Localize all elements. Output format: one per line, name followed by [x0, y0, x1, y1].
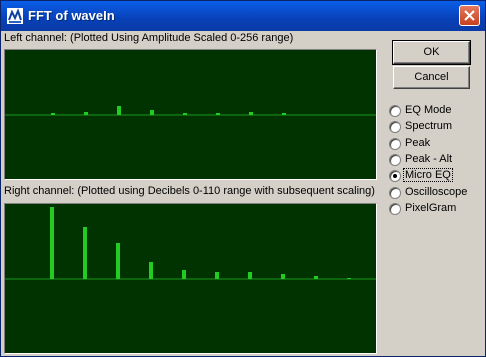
- right-channel-label: Right channel: (Plotted using Decibels 0…: [4, 185, 375, 197]
- spectrum-bar: [50, 207, 54, 279]
- spectrum-bar: [149, 262, 153, 279]
- close-button[interactable]: [459, 5, 480, 26]
- window-title: FFT of waveIn: [28, 8, 115, 23]
- left-channel-label: Left channel: (Plotted Using Amplitude S…: [4, 32, 294, 44]
- cancel-button[interactable]: Cancel: [393, 66, 470, 89]
- spectrum-bar: [116, 243, 120, 279]
- radio-label: PixelGram: [405, 201, 457, 214]
- spectrum-bar: [216, 113, 220, 115]
- spectrum-bar: [282, 113, 286, 115]
- right-channel-plot: [4, 203, 377, 354]
- spectrum-bar: [117, 106, 121, 115]
- radio-button[interactable]: [389, 153, 401, 166]
- spectrum-bar: [215, 272, 219, 279]
- spectrum-bar: [281, 274, 285, 279]
- radio-button[interactable]: [389, 121, 401, 134]
- title-bar[interactable]: FFT of waveIn: [1, 1, 485, 31]
- left-channel-plot: [4, 49, 377, 180]
- right-channel-chart: [5, 207, 376, 280]
- radio-label: Spectrum: [405, 120, 453, 133]
- radio-label: Peak - Alt: [405, 152, 453, 165]
- fft-window: FFT of waveIn Left channel: (Plotted Usi…: [0, 0, 486, 357]
- spectrum-bar: [249, 112, 253, 115]
- radio-label: Peak: [405, 136, 431, 149]
- radio-label: EQ Mode: [405, 104, 452, 116]
- spectrum-bar: [83, 227, 87, 279]
- spectrum-bar: [314, 276, 318, 279]
- radio-button[interactable]: [389, 186, 401, 199]
- radio-label: Micro EQ: [403, 168, 453, 183]
- app-icon: [7, 8, 23, 24]
- spectrum-bar: [51, 113, 55, 115]
- radio-button[interactable]: [389, 170, 401, 183]
- close-icon: [464, 10, 475, 21]
- spectrum-bar: [248, 272, 252, 279]
- ok-button[interactable]: OK: [392, 40, 471, 65]
- left-channel-chart: [5, 106, 376, 116]
- spectrum-bar: [347, 278, 351, 279]
- spectrum-bar: [183, 113, 187, 115]
- spectrum-bar: [182, 270, 186, 279]
- radio-button[interactable]: [389, 202, 401, 215]
- radio-button[interactable]: [389, 137, 401, 150]
- radio-label: Oscilloscope: [405, 185, 468, 198]
- spectrum-bar: [84, 112, 88, 115]
- radio-button[interactable]: [389, 105, 401, 117]
- radio-selected-dot: [393, 174, 397, 179]
- spectrum-bar: [150, 110, 154, 115]
